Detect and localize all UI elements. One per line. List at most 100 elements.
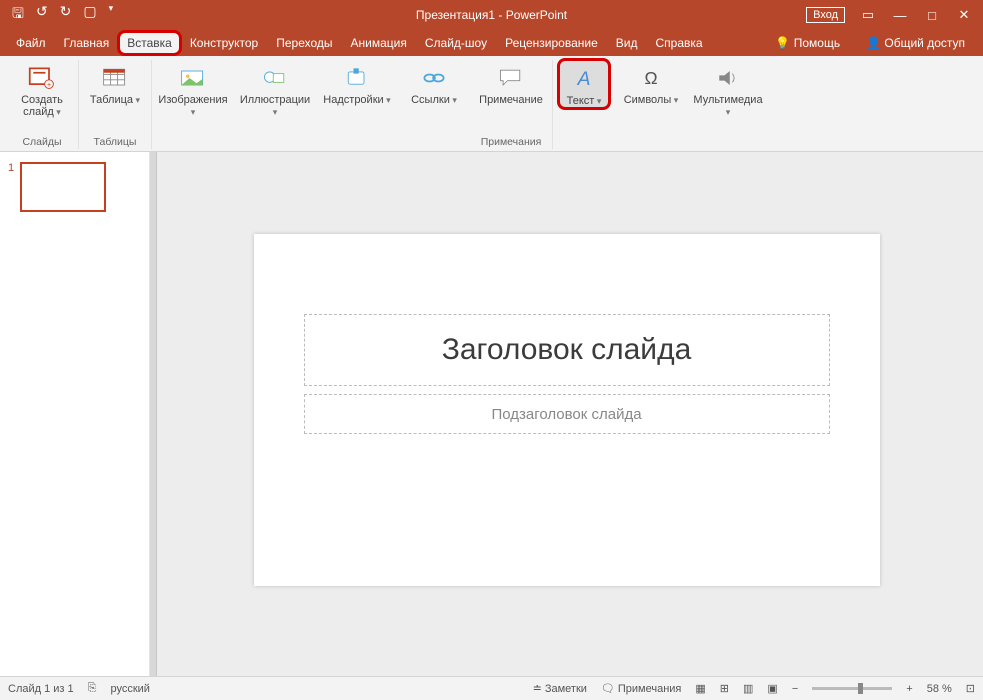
slideshow-view-icon[interactable]: ▣	[767, 682, 777, 695]
fit-window-icon[interactable]: ⊡	[966, 682, 975, 695]
sorter-view-icon[interactable]: ⊞	[720, 682, 729, 695]
slide-panel: 1	[0, 152, 150, 676]
tell-me-label: Помощь	[794, 36, 840, 50]
ribbon-group-media: Мультимедиа	[687, 60, 769, 149]
links-label: Ссылки	[411, 94, 457, 106]
maximize-icon[interactable]: □	[923, 8, 941, 23]
group-label-slides: Слайды	[22, 135, 61, 149]
comments-label: Примечания	[618, 683, 682, 695]
tab-animations[interactable]: Анимация	[343, 32, 415, 54]
canvas-area: Заголовок слайда Подзаголовок слайда	[150, 152, 983, 676]
share-button[interactable]: 👤 Общий доступ	[858, 32, 973, 54]
ribbon-group-slides: + Создать слайд Слайды	[6, 60, 79, 149]
subtitle-placeholder-text: Подзаголовок слайда	[491, 406, 641, 423]
ribbon-tabs: Файл Главная Вставка Конструктор Переход…	[0, 30, 983, 56]
table-icon	[99, 64, 131, 92]
start-slideshow-icon[interactable]: ▢	[83, 3, 96, 27]
ribbon-group-tables: Таблица Таблицы	[79, 60, 152, 149]
table-button[interactable]: Таблица	[85, 60, 145, 106]
reading-view-icon[interactable]: ▥	[743, 682, 753, 695]
tab-transitions[interactable]: Переходы	[268, 32, 340, 54]
title-placeholder-text: Заголовок слайда	[442, 333, 692, 367]
status-bar: Слайд 1 из 1 ⎘ русский ≐ Заметки 🗨 Приме…	[0, 676, 983, 700]
slide-thumbnail-item[interactable]: 1	[8, 162, 141, 212]
splitter-vertical[interactable]	[150, 152, 157, 676]
close-icon[interactable]: ✕	[955, 7, 973, 23]
symbols-label: Символы	[624, 94, 679, 106]
tell-me-button[interactable]: 💡 Помощь	[767, 32, 848, 54]
comment-label: Примечание	[479, 94, 543, 106]
tab-file[interactable]: Файл	[8, 32, 54, 54]
tab-review[interactable]: Рецензирование	[497, 32, 606, 54]
undo-icon[interactable]: ↺	[36, 3, 48, 27]
svg-text:Ω: Ω	[644, 68, 657, 88]
slide-canvas[interactable]: Заголовок слайда Подзаголовок слайда	[254, 234, 880, 586]
group-label-comments: Примечания	[481, 135, 542, 149]
share-label: Общий доступ	[884, 36, 965, 50]
spellcheck-button[interactable]: ⎘	[88, 682, 97, 695]
illustrations-label: Иллюстрации	[240, 94, 310, 118]
group-label-tables: Таблицы	[94, 135, 137, 149]
images-button[interactable]: Изображения	[158, 60, 228, 118]
slide-number: 1	[8, 162, 14, 212]
tab-design[interactable]: Конструктор	[182, 32, 266, 54]
notes-label: Заметки	[545, 683, 587, 695]
text-icon: A	[568, 65, 600, 93]
ribbon-group-images: Изображения	[152, 60, 234, 149]
new-slide-icon: +	[26, 64, 58, 92]
omega-icon: Ω	[635, 64, 667, 92]
notes-button[interactable]: ≐ Заметки	[533, 682, 587, 695]
text-button[interactable]: A Текст	[559, 60, 609, 108]
language-label[interactable]: русский	[110, 683, 149, 695]
speaker-icon	[712, 64, 744, 92]
share-icon: 👤	[866, 36, 881, 50]
slide-count-label[interactable]: Слайд 1 из 1	[8, 683, 74, 695]
tab-slideshow[interactable]: Слайд-шоу	[417, 32, 495, 54]
ribbon-options-icon[interactable]: ▭	[859, 7, 877, 23]
qat-dropdown-icon[interactable]: ▾	[109, 3, 114, 27]
new-slide-label: Создать слайд	[12, 94, 72, 118]
title-placeholder[interactable]: Заголовок слайда	[304, 314, 830, 386]
media-label: Мультимедиа	[693, 94, 763, 118]
tab-view[interactable]: Вид	[608, 32, 646, 54]
ribbon-group-links: Ссылки	[398, 60, 470, 149]
addins-label: Надстройки	[323, 94, 390, 106]
media-button[interactable]: Мультимедиа	[693, 60, 763, 118]
table-label: Таблица	[90, 94, 140, 106]
minimize-icon[interactable]: —	[891, 8, 909, 23]
zoom-slider[interactable]	[812, 687, 892, 690]
sign-in-button[interactable]: Вход	[806, 7, 845, 23]
addins-button[interactable]: Надстройки	[322, 60, 392, 106]
comment-button[interactable]: Примечание	[476, 60, 546, 106]
links-button[interactable]: Ссылки	[404, 60, 464, 106]
ribbon-group-symbols: Ω Символы	[615, 60, 687, 149]
text-label: Текст	[567, 95, 602, 107]
tab-insert[interactable]: Вставка	[119, 32, 180, 54]
document-title: Презентация1 - PowerPoint	[416, 8, 567, 22]
link-icon	[418, 64, 450, 92]
shapes-icon	[259, 64, 291, 92]
illustrations-button[interactable]: Иллюстрации	[240, 60, 310, 118]
svg-text:+: +	[47, 82, 51, 89]
normal-view-icon[interactable]: ▦	[695, 682, 705, 695]
tab-help[interactable]: Справка	[647, 32, 710, 54]
tab-home[interactable]: Главная	[56, 32, 118, 54]
slide-thumbnail[interactable]	[20, 162, 106, 212]
ribbon: + Создать слайд Слайды Таблица Таблицы И…	[0, 56, 983, 152]
images-label: Изображения	[158, 94, 228, 118]
symbols-button[interactable]: Ω Символы	[621, 60, 681, 106]
comment-icon	[495, 64, 527, 92]
redo-icon[interactable]: ↻	[60, 3, 72, 27]
zoom-out-button[interactable]: −	[792, 683, 798, 695]
quick-access-toolbar: 🖫 ↺ ↻ ▢ ▾	[0, 3, 113, 27]
title-bar: 🖫 ↺ ↻ ▢ ▾ Презентация1 - PowerPoint Вход…	[0, 0, 983, 30]
ribbon-group-illustrations: Иллюстрации	[234, 60, 316, 149]
zoom-in-button[interactable]: +	[906, 683, 912, 695]
ribbon-group-addins: Надстройки	[316, 60, 398, 149]
zoom-value[interactable]: 58 %	[927, 683, 952, 695]
subtitle-placeholder[interactable]: Подзаголовок слайда	[304, 394, 830, 434]
save-icon[interactable]: 🖫	[12, 3, 24, 27]
images-icon	[177, 64, 209, 92]
comments-pane-button[interactable]: 🗨 Примечания	[601, 682, 681, 695]
new-slide-button[interactable]: + Создать слайд	[12, 60, 72, 118]
